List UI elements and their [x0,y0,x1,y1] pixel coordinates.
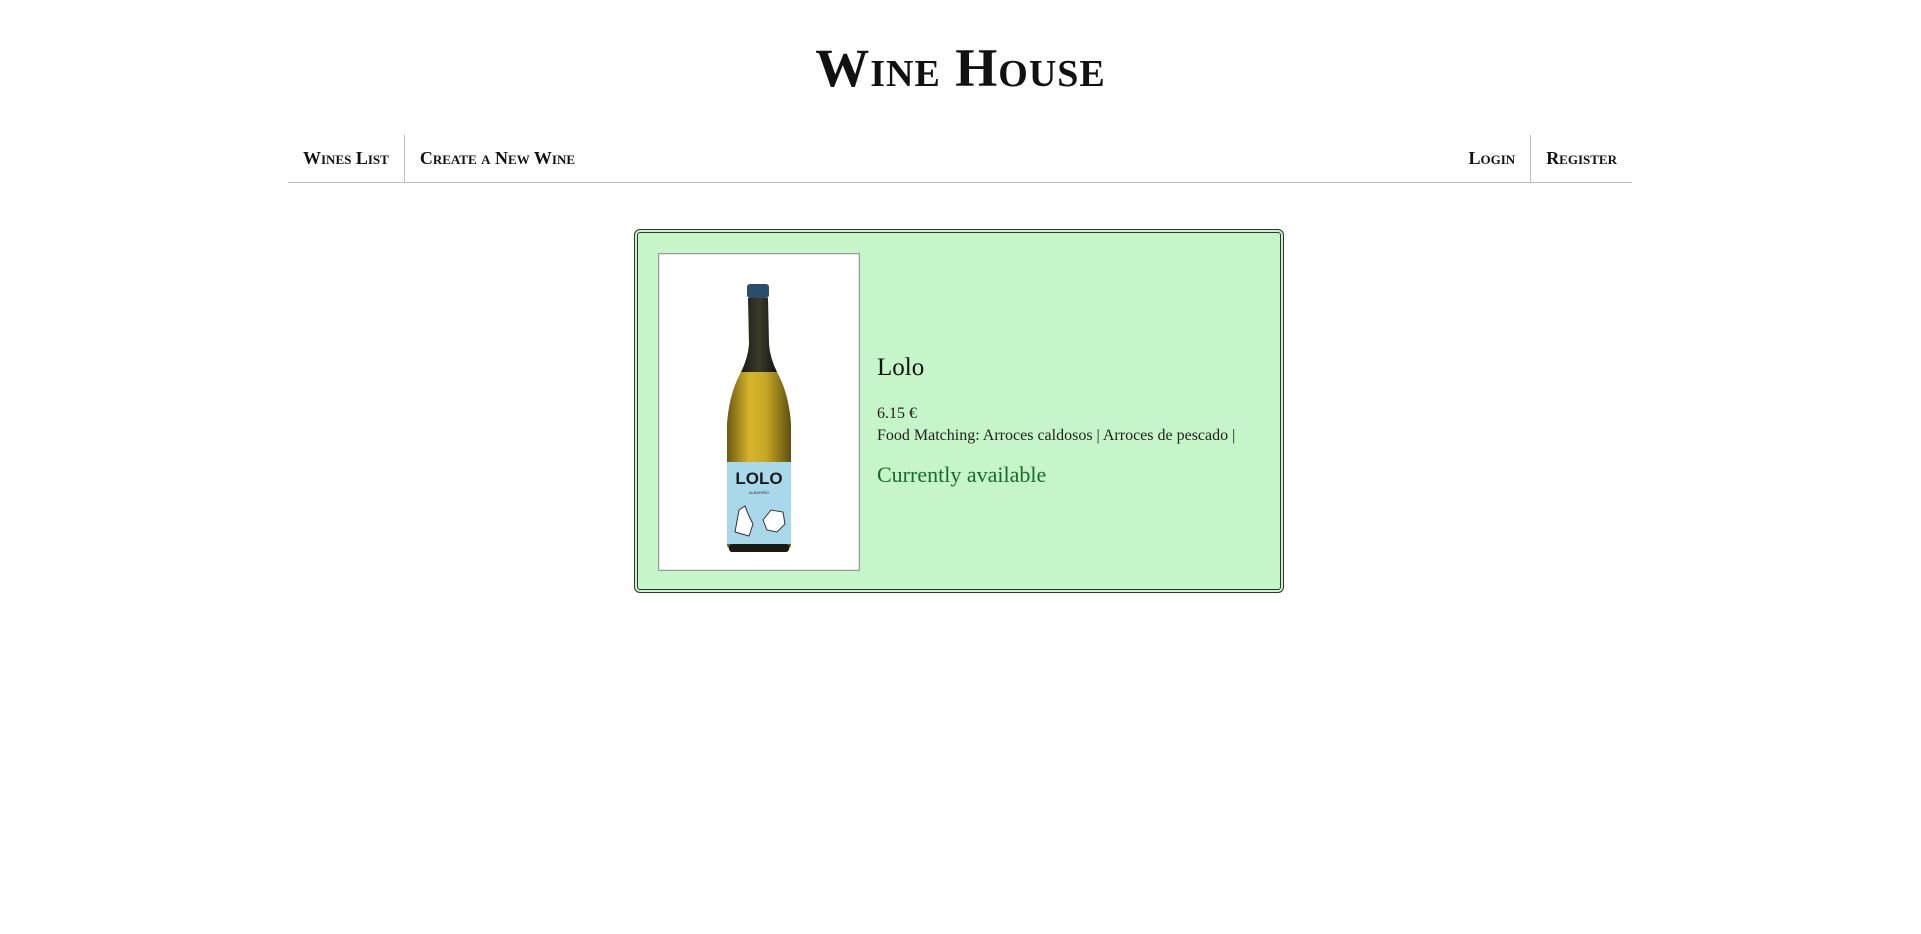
wine-info: Lolo 6.15 € Food Matching: Arroces caldo… [877,353,1235,489]
nav-wines-list-link[interactable]: Wines List [288,135,404,182]
bottle-label-title: LOLO [735,469,782,488]
nav-login-link[interactable]: Login [1454,135,1531,182]
food-matching-items: Arroces caldosos | Arroces de pescado | [982,427,1236,444]
main-navbar: Wines List Create a New Wine Login Regis… [288,135,1632,183]
nav-create-wine-link[interactable]: Create a New Wine [403,135,590,182]
wine-name[interactable]: Lolo [877,353,1235,383]
nav-left-group: Wines List Create a New Wine [288,135,590,182]
wine-card[interactable]: LOLO ALBARIÑO Lolo 6.15 € Food Matching:… [634,229,1284,593]
bottle-neck-shape [741,298,777,372]
food-matching-label: Food Matching: [877,427,980,444]
bottle-capsule-shape [747,284,769,298]
wine-food-matching: Food Matching: Arroces caldosos | Arroce… [877,425,1235,447]
wine-price: 6.15 € [877,405,917,422]
page: Wine House Wines List Create a New Wine … [0,0,1921,934]
wine-bottle-image[interactable]: LOLO ALBARIÑO [658,253,860,571]
site-title: Wine House [815,38,1106,98]
wine-availability-status: Currently available [877,462,1047,487]
nav-register-link[interactable]: Register [1530,135,1632,182]
wine-bottle-illustration: LOLO ALBARIÑO [727,284,791,552]
bottle-base-shape [729,544,789,552]
bottle-label-subtitle: ALBARIÑO [749,490,769,495]
nav-right-group: Login Register [1454,135,1633,182]
